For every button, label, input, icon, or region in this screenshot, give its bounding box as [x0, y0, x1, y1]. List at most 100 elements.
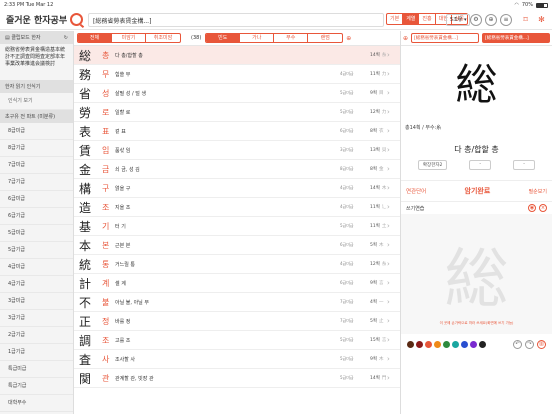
table-row[interactable]: 査 사 조사할 사 5급미급 9획 木 ›: [74, 350, 400, 369]
table-row[interactable]: 本 본 근본 본 6급미급 5획 木 ›: [74, 236, 400, 255]
sidebar-item-level[interactable]: 3급기급: [0, 310, 73, 327]
sidebar-item-read[interactable]: 인식기 보기: [0, 93, 73, 110]
writing-pad[interactable]: 総 이 곳에 손가락으로 따라 쓰세요(화면에 쓰기 가능): [401, 214, 552, 334]
detail-pane: ⊕ [総務省勞表賃金構...] [総務省勞表賃金構...] 総 총14획 / 부…: [400, 31, 552, 414]
table-row[interactable]: 不 불 아닐 불, 아닐 부 7급미급 4획 一 ›: [74, 293, 400, 312]
bookmark-icon[interactable]: ⌑: [520, 14, 531, 26]
sidebar-item-level[interactable]: 특급미급: [0, 361, 73, 378]
list-icon[interactable]: ≡: [500, 14, 512, 26]
detail-button-c[interactable]: -: [513, 160, 536, 170]
sort-tab-2[interactable]: 부수: [274, 34, 309, 42]
close-icon[interactable]: ×: [539, 204, 547, 212]
sidebar-item-level[interactable]: 대학부수: [0, 395, 73, 412]
row-strokes: 12획 糸: [370, 262, 387, 267]
sidebar-item-level[interactable]: 특급기급: [0, 378, 73, 395]
ghost-char: 総: [444, 243, 509, 317]
sidebar-item-level[interactable]: 5급미급: [0, 225, 73, 242]
refresh-icon[interactable]: ↻: [64, 35, 68, 41]
row-radical: 目: [379, 91, 384, 96]
expand-icon[interactable]: ⊕: [485, 14, 497, 26]
expand-hanja-button[interactable]: 확장한자2: [417, 160, 448, 170]
mode-tab-0[interactable]: 기본: [387, 14, 404, 24]
table-row[interactable]: 正 정 바를 정 7급미급 5획 止 ›: [74, 312, 400, 331]
row-strokes: 11획 辶: [370, 205, 387, 210]
settings-icon[interactable]: ✻: [536, 14, 547, 26]
sort-tab-0[interactable]: 빈도: [206, 34, 241, 42]
row-hanja: 調: [78, 333, 91, 348]
clipboard-header[interactable]: ▤ 클립보드 한자 ↻: [0, 31, 73, 44]
color-swatch[interactable]: [470, 340, 477, 348]
gear-icon[interactable]: ⚙: [470, 14, 482, 26]
table-row[interactable]: 統 통 거느릴 통 4급미급 12획 糸 ›: [74, 255, 400, 274]
filter-tab-1[interactable]: 미암기: [112, 34, 146, 42]
search-input[interactable]: [総務省勞表賃金構...]: [88, 13, 384, 27]
sidebar-item-level[interactable]: 5급기급: [0, 242, 73, 259]
color-swatch[interactable]: [479, 340, 486, 348]
mode-tab-1[interactable]: 계열: [403, 14, 420, 24]
color-swatch[interactable]: [425, 340, 432, 348]
table-row[interactable]: 総 총 다 총/합할 총 14획 糸 ›: [74, 46, 400, 65]
row-strokes: 5획 木: [370, 243, 384, 248]
sidebar-item-level[interactable]: 8급기급: [0, 140, 73, 157]
back-icon[interactable]: ⊕: [403, 35, 408, 42]
table-row[interactable]: 金 금 쇠 금, 성 김 8급미급 8획 金 ›: [74, 160, 400, 179]
chevron-right-icon: ›: [387, 203, 390, 211]
table-row[interactable]: 賃 임 품삯 임 3급미급 13획 貝 ›: [74, 141, 400, 160]
group-header: 초구유 전 파트 (미분류): [0, 110, 73, 123]
sidebar-item-level[interactable]: 6급미급: [0, 191, 73, 208]
table-row[interactable]: 関 관 관계할 관, 빗장 관 5급미급 14획 門 ›: [74, 369, 400, 388]
sidebar-item-level[interactable]: 7급미급: [0, 157, 73, 174]
related-words-button[interactable]: 연관단어: [406, 187, 426, 195]
table-row[interactable]: 構 구 얽을 구 4급미급 14획 木 ›: [74, 179, 400, 198]
color-swatch[interactable]: [416, 340, 423, 348]
filter-tab-2[interactable]: 취조미암: [146, 34, 180, 42]
row-eum: 로: [102, 107, 110, 117]
sidebar-item-level[interactable]: 2급기급: [0, 327, 73, 344]
sidebar-item-level[interactable]: 4급미급: [0, 259, 73, 276]
eye-icon[interactable]: ◉: [528, 204, 536, 212]
sort-tab-1[interactable]: 가나: [240, 34, 275, 42]
detail-tab-2[interactable]: [総務省勞表賃金構...]: [482, 33, 550, 43]
sidebar-item-level[interactable]: 1급기급: [0, 344, 73, 361]
sidebar-item-level[interactable]: 4급기급: [0, 276, 73, 293]
table-row[interactable]: 基 기 터 기 5급미급 11획 土 ›: [74, 217, 400, 236]
stroke-order-button[interactable]: 필순보기: [529, 188, 547, 195]
color-swatch[interactable]: [452, 340, 459, 348]
detail-tab-1[interactable]: [総務省勞表賃金構...]: [411, 33, 480, 43]
undo-icon[interactable]: ↶: [513, 339, 522, 349]
color-swatch[interactable]: [434, 340, 441, 348]
mode-tab-2[interactable]: 진흥: [419, 14, 436, 24]
row-meaning: 지을 조: [115, 204, 131, 211]
row-eum: 표: [102, 126, 110, 136]
detail-button-b[interactable]: -: [469, 160, 492, 170]
sort-tab-3[interactable]: 랜덤: [308, 34, 342, 42]
row-radical: 木: [379, 357, 384, 362]
table-row[interactable]: 調 조 고를 조 5급미급 15획 言 ›: [74, 331, 400, 350]
sidebar-item-level[interactable]: 7급기급: [0, 174, 73, 191]
table-row[interactable]: 表 표 겉 표 6급미급 8획 衣 ›: [74, 122, 400, 141]
sort-options-icon[interactable]: ⊕: [346, 35, 351, 42]
sidebar-item-level[interactable]: 3급미급: [0, 293, 73, 310]
row-level: 6급미급: [340, 280, 354, 285]
color-swatch[interactable]: [461, 340, 468, 348]
table-row[interactable]: 務 무 힘쓸 무 4급미급 11획 力 ›: [74, 65, 400, 84]
color-swatch[interactable]: [443, 340, 450, 348]
row-strokes: 8획 金: [370, 167, 384, 172]
redo-icon[interactable]: ↷: [525, 339, 534, 349]
color-swatch[interactable]: [407, 340, 414, 348]
row-level: 8급미급: [340, 166, 354, 171]
filter-tab-0[interactable]: 전체: [78, 34, 112, 42]
table-row[interactable]: 勞 로 일할 로 5급미급 12획 力 ›: [74, 103, 400, 122]
size-select[interactable]: 5조류 ▾: [446, 14, 471, 26]
sidebar-item-level[interactable]: 6급기급: [0, 208, 73, 225]
detail-buttons: 확장한자2 - -: [401, 160, 552, 170]
table-row[interactable]: 省 성 살필 성 / 덜 생 5급미급 9획 目 ›: [74, 84, 400, 103]
table-row[interactable]: 計 계 셀 계 6급미급 9획 言 ›: [74, 274, 400, 293]
sidebar-item-level[interactable]: 8급미급: [0, 123, 73, 140]
row-hanja: 勞: [78, 105, 91, 120]
row-strokes: 11획 土: [370, 224, 387, 229]
trash-icon[interactable]: ▥: [537, 339, 546, 349]
table-row[interactable]: 造 조 지을 조 4급미급 11획 辶 ›: [74, 198, 400, 217]
row-radical: 言: [379, 281, 384, 286]
memorized-button[interactable]: 암기완료: [465, 186, 491, 196]
